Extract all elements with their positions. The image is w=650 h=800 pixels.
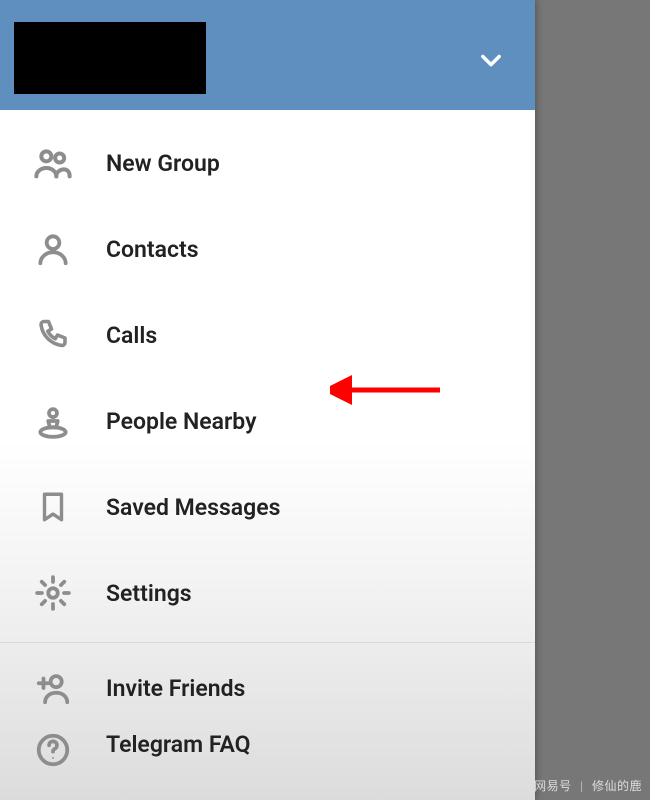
people-icon: [30, 143, 76, 183]
menu-item-new-group[interactable]: New Group: [0, 120, 535, 206]
menu-item-settings[interactable]: Settings: [0, 550, 535, 636]
menu-item-label: Contacts: [106, 236, 199, 263]
menu-item-invite-friends[interactable]: Invite Friends: [0, 645, 535, 731]
gear-icon: [30, 574, 76, 612]
menu-item-label: Telegram FAQ: [106, 731, 250, 758]
menu-item-label: New Group: [106, 150, 220, 177]
watermark: 网易号 | 修仙的鹿: [534, 777, 642, 794]
menu-item-label: Saved Messages: [106, 494, 280, 521]
menu-item-calls[interactable]: Calls: [0, 292, 535, 378]
add-person-icon: [30, 669, 76, 707]
chevron-down-icon[interactable]: [477, 46, 505, 78]
help-icon: [30, 731, 76, 769]
menu-item-label: People Nearby: [106, 408, 257, 435]
profile-redaction: [14, 22, 206, 94]
people-nearby-icon: [30, 402, 76, 440]
drawer-header: [0, 0, 535, 110]
menu-item-label: Invite Friends: [106, 675, 245, 702]
menu-item-people-nearby[interactable]: People Nearby: [0, 378, 535, 464]
menu-item-faq[interactable]: Telegram FAQ: [0, 731, 535, 791]
drawer-menu: New Group Contacts Calls People Nearby: [0, 110, 535, 791]
person-icon: [30, 230, 76, 268]
menu-item-saved-messages[interactable]: Saved Messages: [0, 464, 535, 550]
menu-item-label: Calls: [106, 322, 157, 349]
menu-separator: [0, 642, 535, 643]
drawer-panel: New Group Contacts Calls People Nearby: [0, 0, 535, 800]
watermark-left: 网易号: [534, 779, 572, 793]
menu-item-contacts[interactable]: Contacts: [0, 206, 535, 292]
menu-item-label: Settings: [106, 580, 192, 607]
phone-icon: [30, 317, 76, 353]
app-screenshot: New Group Contacts Calls People Nearby: [0, 0, 650, 800]
bookmark-icon: [30, 490, 76, 524]
watermark-right: 修仙的鹿: [592, 779, 642, 793]
